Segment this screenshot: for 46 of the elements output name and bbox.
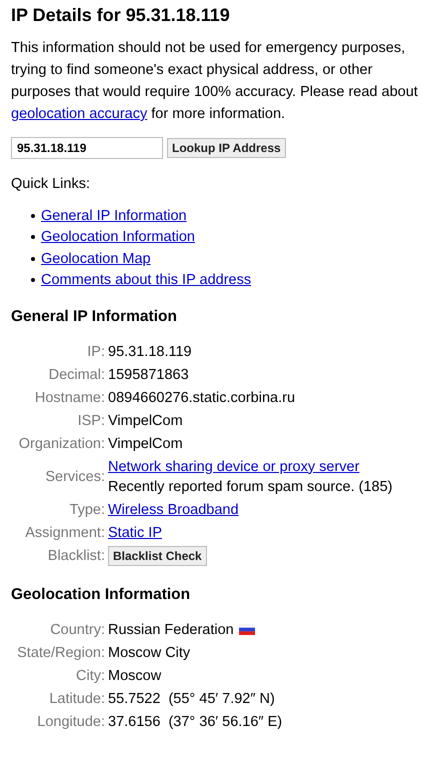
value-link[interactable]: Wireless Broadband bbox=[108, 500, 239, 520]
value-link[interactable]: Network sharing device or proxy server bbox=[108, 456, 360, 476]
field-value: 37.6156 (37° 36′ 56.16″ E) bbox=[108, 712, 282, 732]
field-value: 0894660276.static.corbina.ru bbox=[108, 388, 296, 408]
quick-link[interactable]: Geolocation Map bbox=[41, 250, 151, 267]
field-value: VimpelCom bbox=[108, 412, 183, 430]
field-label: IP: bbox=[87, 344, 105, 360]
field-label: Decimal: bbox=[48, 366, 105, 382]
quick-link[interactable]: Geolocation Information bbox=[41, 229, 195, 246]
section-heading: Geolocation Information bbox=[11, 585, 192, 605]
accuracy-link[interactable]: geolocation accuracy bbox=[11, 106, 148, 122]
bullet-icon bbox=[31, 256, 35, 261]
section-heading: General IP Information bbox=[11, 307, 178, 327]
field-label: Hostname: bbox=[34, 390, 105, 406]
bullet-icon bbox=[31, 214, 35, 218]
field-label: Services: bbox=[45, 468, 105, 484]
field-value: Recently reported forum spam source. (185) bbox=[108, 478, 392, 496]
quick-link[interactable]: Comments about this IP address bbox=[41, 272, 252, 288]
field-label: Organization: bbox=[18, 436, 105, 452]
field-value: VimpelCom bbox=[108, 434, 183, 454]
blacklist-check-button[interactable]: Blacklist Check bbox=[108, 546, 207, 566]
lookup-button[interactable]: Lookup IP Address bbox=[167, 138, 286, 158]
field-value: 1595871863 bbox=[108, 366, 189, 384]
bullet-icon bbox=[31, 278, 35, 282]
field-value: 55.7522 (55° 45′ 7.92″ N) bbox=[108, 690, 275, 708]
value-link[interactable]: Static IP bbox=[108, 522, 162, 542]
notice-paragraph: This information should not be used for emergency purposes, trying to find someone's exact physical address, or other purposes that would require 100% accuracy. Please read about geolocation accuracy for more information. bbox=[11, 39, 419, 124]
field-label: Latitude: bbox=[49, 690, 105, 706]
field-label: ISP: bbox=[78, 412, 105, 428]
field-label: City: bbox=[76, 668, 105, 684]
field-value: 95.31.18.119 bbox=[108, 342, 192, 362]
ip-input-field[interactable]: 95.31.18.119 bbox=[11, 137, 163, 159]
flag-icon bbox=[238, 624, 255, 635]
field-label: Blacklist: bbox=[48, 548, 105, 564]
quick-links-label: Quick Links: bbox=[11, 175, 91, 194]
quick-link[interactable]: General IP Information bbox=[41, 208, 187, 224]
field-value: Russian Federation bbox=[108, 620, 234, 640]
bullet-icon bbox=[31, 235, 35, 240]
field-label: State/Region: bbox=[17, 644, 105, 660]
field-value: Moscow City bbox=[108, 644, 190, 662]
field-label: Type: bbox=[70, 502, 105, 518]
field-label: Longitude: bbox=[37, 714, 105, 730]
page-title: IP Details for 95.31.18.119 bbox=[11, 4, 231, 27]
field-label: Country: bbox=[50, 622, 105, 638]
field-value: Moscow bbox=[108, 666, 162, 686]
field-label: Assignment: bbox=[25, 524, 105, 540]
